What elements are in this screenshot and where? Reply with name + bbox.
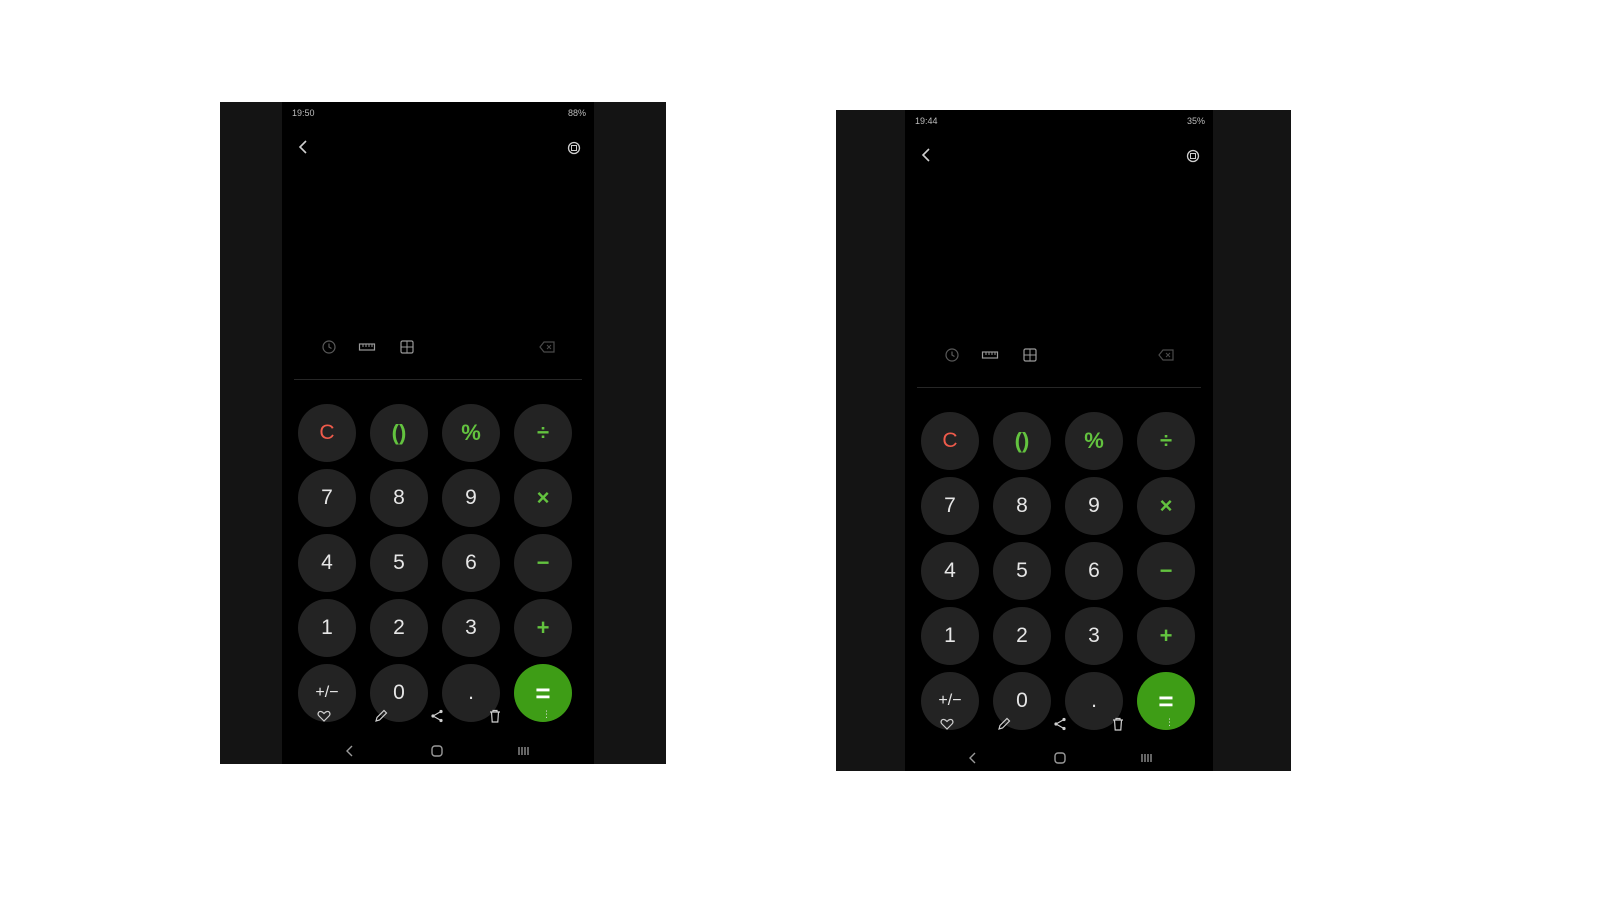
digit-1-button[interactable]: 1 bbox=[298, 599, 356, 657]
digit-5-button[interactable]: 5 bbox=[993, 542, 1051, 600]
status-bar: 19:44 35% bbox=[915, 114, 1205, 130]
digit-7-button[interactable]: 7 bbox=[921, 477, 979, 535]
plus-button[interactable]: + bbox=[514, 599, 572, 657]
equals-label: = bbox=[1158, 685, 1174, 716]
action-bar bbox=[282, 708, 594, 724]
divider bbox=[917, 387, 1201, 388]
nav-recent-apps-icon[interactable] bbox=[1138, 749, 1156, 767]
equals-label: = bbox=[535, 677, 551, 708]
share-icon[interactable] bbox=[1052, 716, 1068, 732]
digit-5-button[interactable]: 5 bbox=[370, 534, 428, 592]
nav-back-icon[interactable] bbox=[964, 749, 982, 767]
scientific-mode-icon[interactable] bbox=[1021, 346, 1039, 364]
divider bbox=[294, 379, 582, 380]
digit-6-button[interactable]: 6 bbox=[1065, 542, 1123, 600]
digit-2-button[interactable]: 2 bbox=[370, 599, 428, 657]
action-bar bbox=[905, 716, 1213, 732]
digit-6-button[interactable]: 6 bbox=[442, 534, 500, 592]
share-icon[interactable] bbox=[429, 708, 445, 724]
status-bar: 19:50 88% bbox=[292, 106, 586, 122]
backspace-icon[interactable] bbox=[1157, 346, 1175, 364]
status-battery: 88% bbox=[567, 108, 586, 118]
history-clock-icon[interactable] bbox=[943, 346, 961, 364]
back-arrow-icon[interactable] bbox=[919, 146, 935, 164]
status-battery: 35% bbox=[1186, 116, 1205, 126]
nav-home-icon[interactable] bbox=[428, 742, 446, 760]
divide-button[interactable]: ÷ bbox=[514, 404, 572, 462]
clear-button[interactable]: C bbox=[298, 404, 356, 462]
back-arrow-icon[interactable] bbox=[296, 138, 312, 156]
rotate-screen-icon[interactable] bbox=[566, 140, 582, 156]
parentheses-button[interactable]: () bbox=[993, 412, 1051, 470]
digit-2-button[interactable]: 2 bbox=[993, 607, 1051, 665]
unit-converter-ruler-icon[interactable] bbox=[981, 346, 999, 364]
multiply-button[interactable]: × bbox=[514, 469, 572, 527]
digit-3-button[interactable]: 3 bbox=[1065, 607, 1123, 665]
heart-icon[interactable] bbox=[939, 716, 955, 732]
nav-home-icon[interactable] bbox=[1051, 749, 1069, 767]
screenshot-right: 19:44 35% C () % ÷ 7 8 9 × 4 5 6 − 1 2 3… bbox=[836, 110, 1291, 771]
scientific-mode-icon[interactable] bbox=[398, 338, 416, 356]
digit-1-button[interactable]: 1 bbox=[921, 607, 979, 665]
nav-recent-apps-icon[interactable] bbox=[515, 742, 533, 760]
status-time: 19:50 bbox=[292, 108, 315, 118]
percent-button[interactable]: % bbox=[442, 404, 500, 462]
digit-4-button[interactable]: 4 bbox=[921, 542, 979, 600]
digit-4-button[interactable]: 4 bbox=[298, 534, 356, 592]
system-nav-bar bbox=[282, 742, 594, 760]
trash-icon[interactable] bbox=[1110, 716, 1126, 732]
divide-button[interactable]: ÷ bbox=[1137, 412, 1195, 470]
digit-3-button[interactable]: 3 bbox=[442, 599, 500, 657]
digit-8-button[interactable]: 8 bbox=[370, 469, 428, 527]
toolbar bbox=[282, 338, 594, 356]
digit-9-button[interactable]: 9 bbox=[442, 469, 500, 527]
multiply-button[interactable]: × bbox=[1137, 477, 1195, 535]
system-nav-bar bbox=[905, 749, 1213, 767]
calculator-screen: 19:44 35% C () % ÷ 7 8 9 × 4 5 6 − 1 2 3… bbox=[905, 110, 1213, 771]
history-clock-icon[interactable] bbox=[320, 338, 338, 356]
digit-9-button[interactable]: 9 bbox=[1065, 477, 1123, 535]
digit-8-button[interactable]: 8 bbox=[993, 477, 1051, 535]
heart-icon[interactable] bbox=[316, 708, 332, 724]
rotate-screen-icon[interactable] bbox=[1185, 148, 1201, 164]
nav-back-icon[interactable] bbox=[341, 742, 359, 760]
parentheses-button[interactable]: () bbox=[370, 404, 428, 462]
percent-button[interactable]: % bbox=[1065, 412, 1123, 470]
minus-button[interactable]: − bbox=[514, 534, 572, 592]
toolbar bbox=[905, 346, 1213, 364]
screenshot-left: 19:50 88% C () % ÷ 7 8 9 × 4 5 6 − 1 2 3… bbox=[220, 102, 666, 764]
backspace-icon[interactable] bbox=[538, 338, 556, 356]
minus-button[interactable]: − bbox=[1137, 542, 1195, 600]
pencil-icon[interactable] bbox=[373, 708, 389, 724]
clear-button[interactable]: C bbox=[921, 412, 979, 470]
trash-icon[interactable] bbox=[487, 708, 503, 724]
digit-7-button[interactable]: 7 bbox=[298, 469, 356, 527]
pencil-icon[interactable] bbox=[996, 716, 1012, 732]
status-time: 19:44 bbox=[915, 116, 938, 126]
unit-converter-ruler-icon[interactable] bbox=[358, 338, 376, 356]
calculator-screen: 19:50 88% C () % ÷ 7 8 9 × 4 5 6 − 1 2 3… bbox=[282, 102, 594, 764]
plus-button[interactable]: + bbox=[1137, 607, 1195, 665]
